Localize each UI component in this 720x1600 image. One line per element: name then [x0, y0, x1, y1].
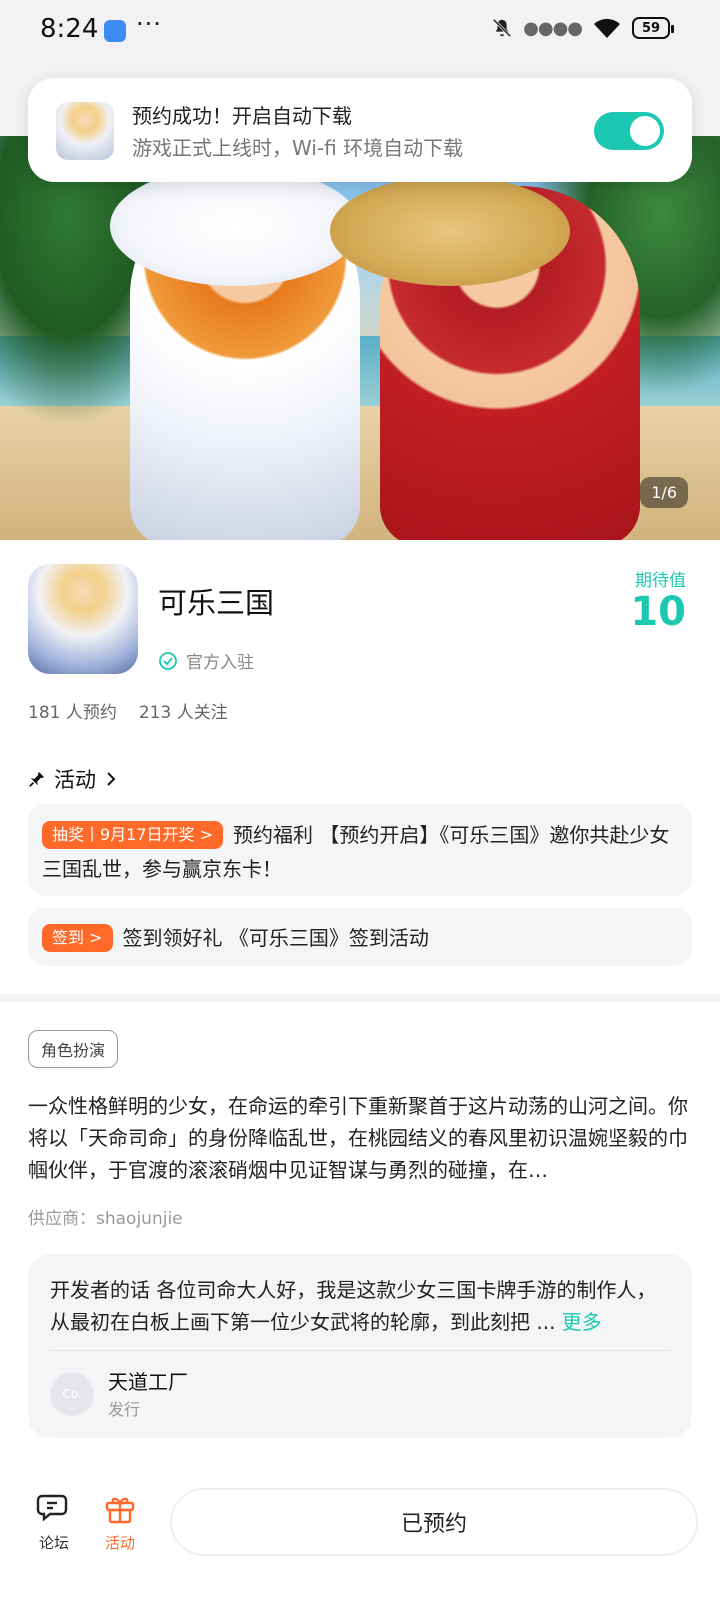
verified-badge: 官方入驻 [158, 648, 254, 673]
activity-text: 签到领好礼 《可乐三国》签到活动 [122, 926, 429, 950]
bottom-action-bar: 论坛 活动 已预约 [0, 1470, 720, 1600]
gift-icon [105, 1497, 135, 1524]
status-icons: ●●●● 59 [491, 16, 674, 40]
developer-card[interactable]: 开发者的话 各位司命大人好，我是这款少女三国卡牌手游的制作人，从最初在白板上画下… [28, 1254, 692, 1438]
more-notifications-icon: ··· [136, 10, 162, 38]
banner-sunhat-right [330, 176, 570, 286]
activity-card-checkin[interactable]: 签到 > 签到领好礼 《可乐三国》签到活动 [28, 908, 692, 966]
forum-label: 论坛 [38, 1534, 69, 1552]
toggle-knob [630, 116, 660, 146]
more-link[interactable]: 更多 [562, 1310, 602, 1334]
expectation-value: 10 [630, 589, 686, 635]
supplier-label: 供应商：shaojunjie [28, 1209, 183, 1229]
section-divider [0, 994, 720, 1002]
publisher-avatar[interactable]: Co. [50, 1372, 94, 1416]
auto-download-toggle[interactable] [594, 112, 664, 150]
activity-card-content: 签到 > 签到领好礼 《可乐三国》签到活动 [42, 922, 678, 954]
publisher-role: 发行 [108, 1400, 141, 1419]
forum-icon [36, 1494, 68, 1522]
mute-icon [492, 18, 512, 38]
genre-tag[interactable]: 角色扮演 [28, 1030, 119, 1068]
reservation-notification: 预约成功！开启自动下载 游戏正式上线时，Wi-fi 环境自动下载 [28, 78, 692, 182]
checkin-tag: 签到 > [42, 924, 113, 952]
activity-button[interactable]: 活动 [90, 1490, 150, 1553]
publisher-name[interactable]: 天道工厂 [108, 1366, 188, 1395]
cloud-app-icon [104, 20, 126, 42]
hero-banner[interactable]: 1/6 [0, 136, 720, 540]
activity-card-lottery[interactable]: 抽奖丨9月17日开奖 > 预约福利 【预约开启】《可乐三国》邀你共赴少女三国乱世，… [28, 804, 692, 896]
pin-icon [29, 771, 45, 787]
banner-page-indicator: 1/6 [640, 477, 688, 508]
status-bar: 8:24 ··· ●●●● 59 [0, 0, 720, 62]
verified-label: 官方入驻 [186, 653, 254, 673]
chevron-right-icon [107, 772, 116, 786]
activity-section-header[interactable]: 活动 [28, 764, 118, 794]
developer-divider [50, 1350, 670, 1351]
verified-check-icon [159, 651, 177, 670]
expectation-label: 期待值 [635, 571, 686, 591]
notification-subtitle: 游戏正式上线时，Wi-fi 环境自动下载 [132, 136, 464, 160]
activity-card-content: 抽奖丨9月17日开奖 > 预约福利 【预约开启】《可乐三国》邀你共赴少女三国乱世，… [42, 818, 678, 886]
signal-icon: ●●●● [523, 17, 583, 39]
reserved-button[interactable]: 已预约 [170, 1488, 698, 1556]
expectation-score: 期待值 10 [630, 566, 686, 633]
reservation-count: 181 人预约 [28, 703, 117, 723]
wifi-icon [594, 18, 620, 38]
game-title: 可乐三国 [158, 586, 275, 620]
forum-button[interactable]: 论坛 [24, 1490, 84, 1553]
notification-title: 预约成功！开启自动下载 [132, 104, 352, 128]
developer-note: 开发者的话 各位司命大人好，我是这款少女三国卡牌手游的制作人，从最初在白板上画下… [50, 1274, 670, 1338]
activity-section-title: 活动 [54, 768, 96, 792]
notification-game-icon [56, 102, 114, 160]
activity-label: 活动 [104, 1534, 135, 1552]
battery-icon: 59 [632, 17, 674, 39]
banner-sunhat-left [110, 166, 360, 286]
game-icon [28, 564, 138, 674]
status-time: 8:24 [40, 14, 99, 44]
follower-count: 213 人关注 [138, 703, 228, 723]
game-stats: 181 人预约 213 人关注 [28, 698, 228, 723]
lottery-tag: 抽奖丨9月17日开奖 > [42, 821, 224, 849]
game-description[interactable]: 一众性格鲜明的少女，在命运的牵引下重新聚首于这片动荡的山河之间。你将以「天命司命… [28, 1090, 692, 1186]
